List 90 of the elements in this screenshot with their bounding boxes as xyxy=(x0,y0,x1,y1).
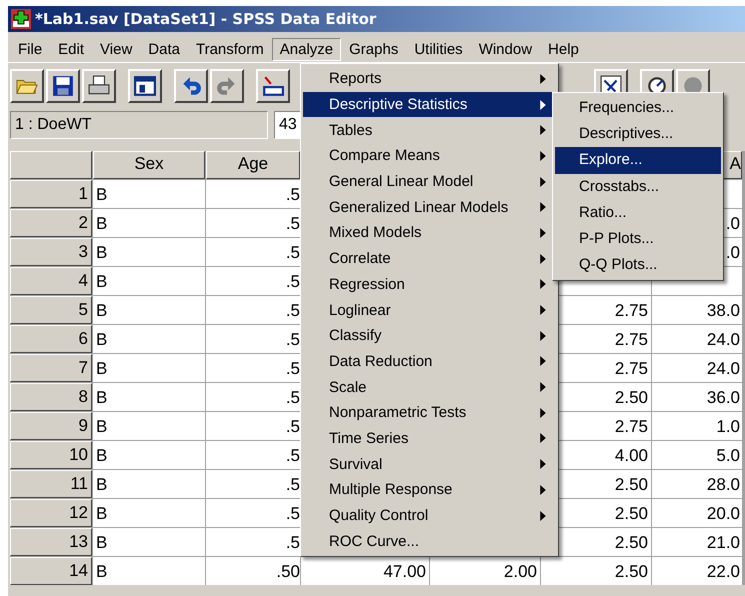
app-icon xyxy=(11,9,31,29)
table-cell: 2.00 xyxy=(430,557,540,585)
menu-item[interactable]: Generalized Linear Models xyxy=(303,194,556,220)
menu-item[interactable]: Window xyxy=(470,38,540,60)
row-number[interactable]: 5 xyxy=(10,296,92,324)
row-number[interactable]: 13 xyxy=(10,528,92,556)
menu-item[interactable]: View xyxy=(92,38,140,60)
menu-item[interactable]: Crosstabs... xyxy=(555,174,721,200)
print-icon[interactable] xyxy=(82,69,116,103)
menu-item[interactable]: Graphs xyxy=(341,38,406,60)
redo-icon[interactable] xyxy=(210,69,244,103)
table-cell: B xyxy=(93,441,205,469)
table-cell: 2.50 xyxy=(541,557,651,585)
row-number[interactable]: 6 xyxy=(10,325,92,353)
table-cell: B xyxy=(93,557,205,585)
menu-item[interactable]: Reports xyxy=(303,66,556,92)
row-number[interactable]: 14 xyxy=(10,557,92,585)
row-number[interactable]: 12 xyxy=(10,499,92,527)
open-folder-icon[interactable] xyxy=(10,69,44,103)
cell-name-field[interactable]: 1 : DoeWT xyxy=(10,111,268,139)
table-cell: B xyxy=(93,528,205,556)
table-cell: .5 xyxy=(206,412,300,440)
menu-item[interactable]: Compare Means xyxy=(303,143,556,169)
column-header[interactable]: Sex xyxy=(93,151,205,179)
table-cell: .5 xyxy=(206,499,300,527)
menu-item[interactable]: Edit xyxy=(50,38,92,60)
dialog-icon[interactable] xyxy=(128,69,162,103)
row-number[interactable]: 11 xyxy=(10,470,92,498)
table-cell: .5 xyxy=(206,180,300,208)
table-cell: B xyxy=(93,470,205,498)
table-cell: B xyxy=(93,499,205,527)
table-cell: B xyxy=(93,267,205,295)
table-cell: .5 xyxy=(206,209,300,237)
table-cell: 20.0 xyxy=(652,499,742,527)
table-cell: .5 xyxy=(206,267,300,295)
table-cell: .5 xyxy=(206,383,300,411)
table-cell: 28.0 xyxy=(652,470,742,498)
table-cell: 22.0 xyxy=(652,557,742,585)
row-number[interactable]: 1 xyxy=(10,180,92,208)
go-to-case-icon[interactable] xyxy=(256,69,290,103)
menu-item[interactable]: Correlate xyxy=(303,246,556,272)
table-cell: B xyxy=(93,383,205,411)
table-cell: B xyxy=(93,325,205,353)
table-cell: 47.00 xyxy=(301,557,429,585)
menu-item[interactable]: Analyze xyxy=(272,38,342,60)
menu-item[interactable]: Data xyxy=(140,38,188,60)
menu-item[interactable]: Frequencies... xyxy=(555,95,721,122)
table-cell: B xyxy=(93,296,205,324)
menu-item[interactable]: Descriptives... xyxy=(555,121,721,148)
menu-item[interactable]: Tables xyxy=(303,117,556,144)
table-cell: 38.0 xyxy=(652,296,742,324)
row-number[interactable]: 7 xyxy=(10,354,92,382)
menu-item[interactable]: Mixed Models xyxy=(303,220,556,246)
row-number[interactable]: 8 xyxy=(10,383,92,411)
table-cell: B xyxy=(93,180,205,208)
menu-item[interactable]: Transform xyxy=(188,38,272,60)
table-cell: 24.0 xyxy=(652,325,742,353)
table-cell: 21.0 xyxy=(652,528,742,556)
table-cell: .5 xyxy=(206,441,300,469)
table-cell: 36.0 xyxy=(652,383,742,411)
table-cell: .5 xyxy=(206,238,300,266)
row-number[interactable]: 2 xyxy=(10,209,92,237)
table-cell: B xyxy=(93,209,205,237)
menu-item[interactable]: Regression xyxy=(303,272,556,298)
table-cell: B xyxy=(93,412,205,440)
table-cell: .5 xyxy=(206,325,300,353)
table-cell: .5 xyxy=(206,354,300,382)
undo-icon[interactable] xyxy=(174,69,208,103)
table-cell: 5.0 xyxy=(652,441,742,469)
column-header[interactable]: Age xyxy=(206,151,300,179)
table-cell: .5 xyxy=(206,528,300,556)
table-cell: 24.0 xyxy=(652,354,742,382)
corner-header[interactable] xyxy=(10,151,92,179)
row-number[interactable]: 3 xyxy=(10,238,92,266)
table-cell: .50 xyxy=(206,557,300,585)
window-title: *Lab1.sav [DataSet1] - SPSS Data Editor xyxy=(35,10,376,28)
table-cell: .5 xyxy=(206,296,300,324)
menu-item[interactable]: Utilities xyxy=(406,38,471,60)
table-cell: .5 xyxy=(206,470,300,498)
row-number[interactable]: 9 xyxy=(10,412,92,440)
table-cell: 1.0 xyxy=(652,412,742,440)
row-number[interactable]: 4 xyxy=(10,267,92,295)
menu-item[interactable]: General Linear Model xyxy=(303,168,556,194)
menu-item[interactable]: Help xyxy=(540,38,587,60)
save-icon[interactable] xyxy=(46,69,80,103)
menu-item[interactable]: File xyxy=(10,38,50,60)
menu-item[interactable]: Explore... xyxy=(555,147,721,174)
table-cell: B xyxy=(93,238,205,266)
table-cell: B xyxy=(93,354,205,382)
row-number[interactable]: 10 xyxy=(10,441,92,469)
